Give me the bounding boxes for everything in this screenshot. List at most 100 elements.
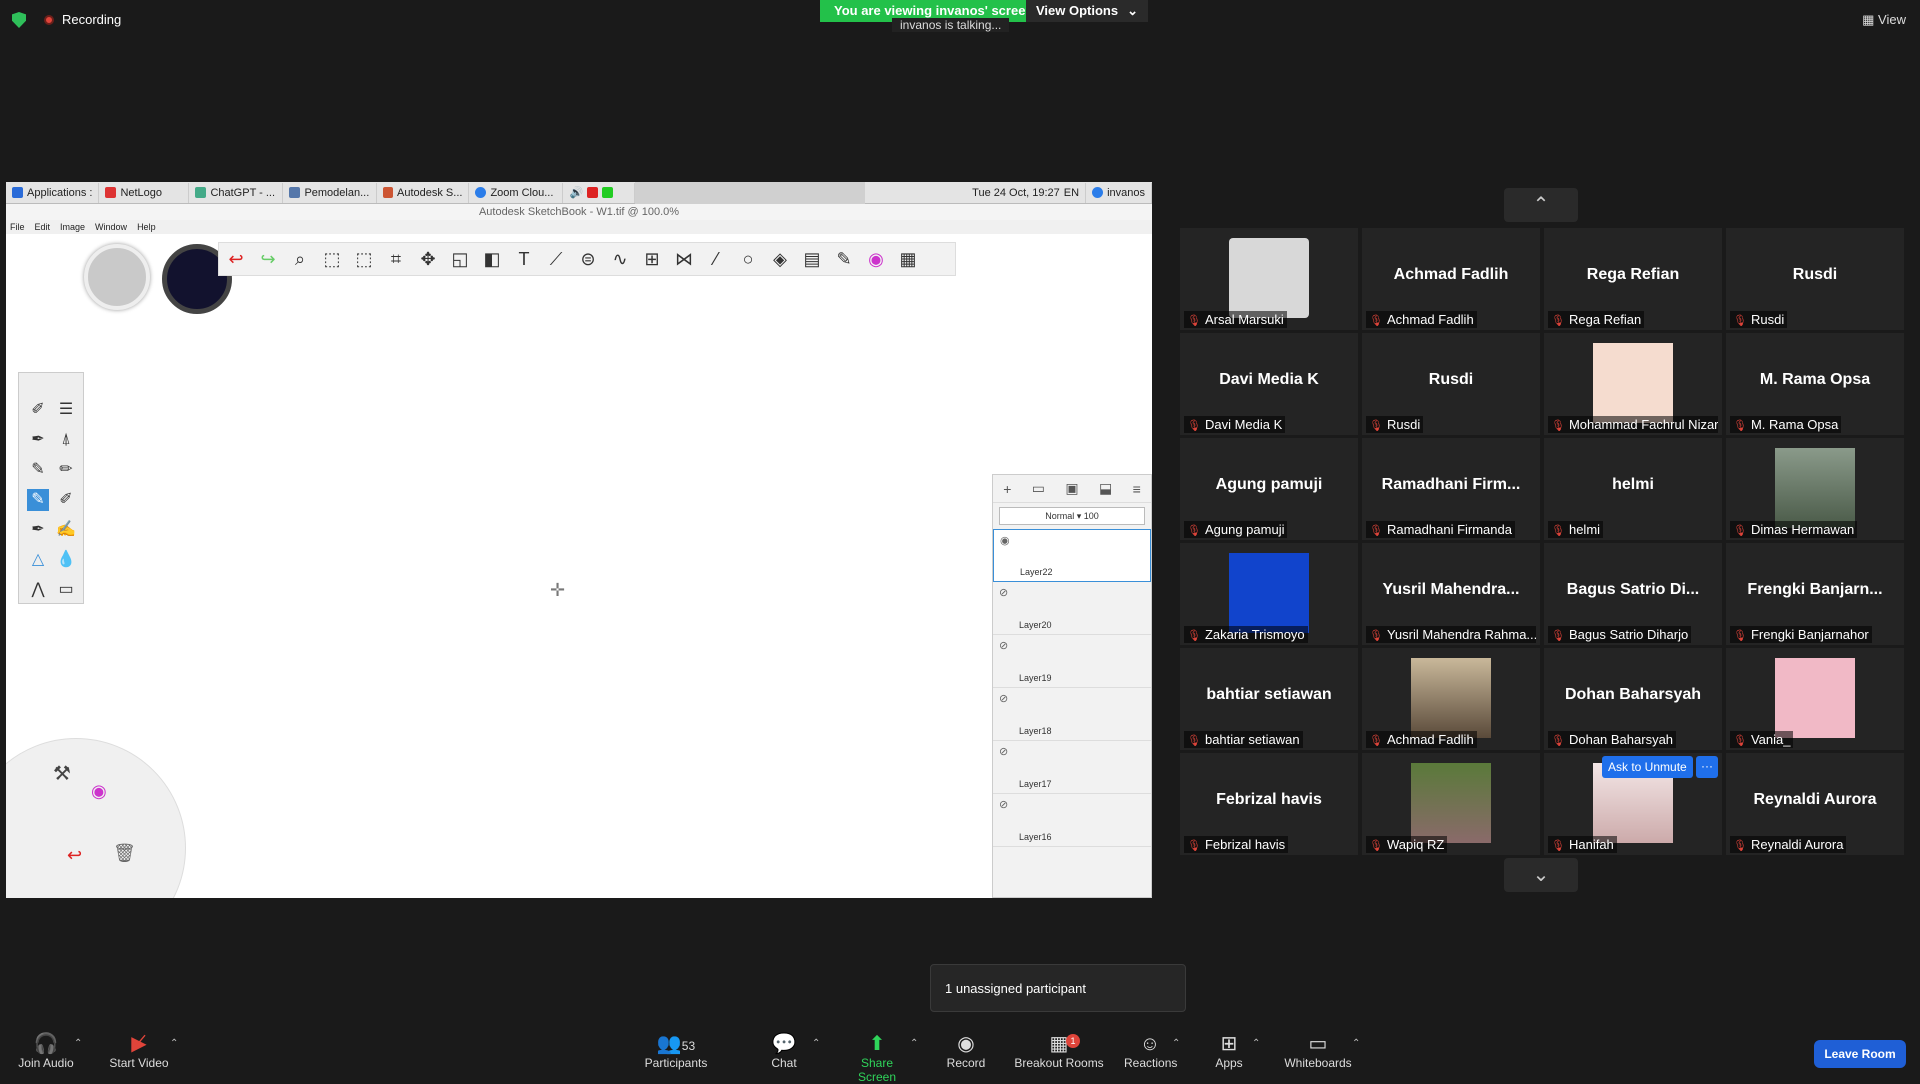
participant-tile[interactable]: Rega Refian Rega Refian — [1544, 228, 1722, 330]
participant-tile[interactable]: Bagus Satrio Di... Bagus Satrio Diharjo — [1544, 543, 1722, 645]
layer-item[interactable]: ⊘ Layer20 — [993, 582, 1151, 635]
participant-tile[interactable]: M. Rama Opsa M. Rama Opsa — [1726, 333, 1904, 435]
undo-icon[interactable]: ↩ — [223, 246, 249, 272]
caret-up-icon[interactable]: ⌃ — [1352, 1038, 1360, 1049]
participant-tile[interactable]: Wapiq RZ — [1362, 753, 1540, 855]
shapes-icon[interactable]: ◈ — [767, 246, 793, 272]
fill-icon[interactable]: ◧ — [479, 246, 505, 272]
smudge-icon[interactable]: ⋀ — [27, 579, 49, 601]
symmetry-icon[interactable]: ⋈ — [671, 246, 697, 272]
whiteboards-button[interactable]: ▭ Whiteboards — [1282, 1032, 1354, 1070]
text-icon[interactable]: T — [511, 246, 537, 272]
pen-icon[interactable]: ✒ — [27, 429, 49, 451]
participant-tile[interactable]: Achmad Fadlih — [1362, 648, 1540, 750]
palette-icon[interactable]: ▦ — [895, 246, 921, 272]
participant-tile[interactable]: Reynaldi Aurora Reynaldi Aurora — [1726, 753, 1904, 855]
caret-up-icon[interactable]: ⌃ — [1252, 1038, 1260, 1049]
participant-tile[interactable]: bahtiar setiawan bahtiar setiawan — [1180, 648, 1358, 750]
eye-hidden-icon[interactable]: ⊘ — [999, 639, 1008, 652]
airbrush-icon[interactable]: ⍋ — [55, 429, 77, 451]
caret-up-icon[interactable]: ⌃ — [74, 1038, 82, 1049]
menu-help[interactable]: Help — [137, 220, 156, 234]
curve-guide-icon[interactable]: ∿ — [607, 246, 633, 272]
eye-icon[interactable]: ◉ — [1000, 534, 1010, 547]
folder-icon[interactable]: ▭ — [1032, 480, 1045, 497]
undo-icon[interactable]: ↩ — [67, 845, 82, 866]
lagoon-wheel[interactable]: ⚒ ◉ ↩ 🗑 — [6, 738, 186, 898]
participant-tile[interactable]: Rusdi Rusdi — [1362, 333, 1540, 435]
breakout-rooms-button[interactable]: ▦ Breakout Rooms — [1014, 1032, 1104, 1070]
taskbar-applications[interactable]: Applications : — [6, 182, 100, 203]
start-video-button[interactable]: ▶̸ Start Video — [104, 1032, 174, 1070]
ruler-icon[interactable]: ⟋ — [543, 246, 569, 272]
brush-size-puck[interactable] — [84, 244, 150, 310]
zoom-icon[interactable]: ⌕ — [287, 246, 313, 272]
droplet-icon[interactable]: 💧 — [55, 549, 77, 571]
chat-button[interactable]: 💬 Chat — [766, 1032, 802, 1070]
menu-file[interactable]: File — [10, 220, 25, 234]
perspective-icon[interactable]: ⊞ — [639, 246, 665, 272]
layer-item[interactable]: ⊘ Layer18 — [993, 688, 1151, 741]
view-options-button[interactable]: View Options ⌄ — [1026, 0, 1148, 22]
participant-tile[interactable]: Yusril Mahendra... Yusril Mahendra Rahma.… — [1362, 543, 1540, 645]
menu-icon[interactable]: ≡ — [1133, 481, 1141, 497]
share-screen-button[interactable]: ⬆ Share Screen — [842, 1032, 912, 1084]
taskbar-zoom[interactable]: Zoom Clou... — [469, 182, 564, 203]
leave-room-button[interactable]: Leave Room — [1814, 1040, 1906, 1068]
select-icon[interactable]: ⬚ — [319, 246, 345, 272]
image-icon[interactable]: ▣ — [1065, 480, 1078, 497]
menu-image[interactable]: Image — [60, 220, 85, 234]
layer-item[interactable]: ⊘ Layer17 — [993, 741, 1151, 794]
layer-item[interactable]: ◉ Layer22 — [993, 529, 1151, 582]
add-layer-icon[interactable]: + — [1003, 481, 1011, 497]
grid-icon[interactable]: ☰ — [55, 399, 77, 421]
layer-item[interactable]: ⊘ Layer19 — [993, 635, 1151, 688]
gallery-down-button[interactable]: ⌄ — [1504, 858, 1578, 892]
color-wheel-icon[interactable]: ◉ — [91, 781, 107, 802]
user-menu[interactable]: invanos — [1086, 182, 1152, 203]
eye-hidden-icon[interactable]: ⊘ — [999, 586, 1008, 599]
brush-icon[interactable]: ✏ — [55, 459, 77, 481]
participant-tile[interactable]: helmi helmi — [1544, 438, 1722, 540]
ellipse-guide-icon[interactable]: ⊜ — [575, 246, 601, 272]
eye-hidden-icon[interactable]: ⊘ — [999, 692, 1008, 705]
join-audio-button[interactable]: 🎧 Join Audio — [16, 1032, 76, 1070]
participant-tile[interactable]: Dimas Hermawan — [1726, 438, 1904, 540]
apps-button[interactable]: ⊞ Apps — [1212, 1032, 1246, 1070]
participants-button[interactable]: 👥53 Participants — [640, 1032, 712, 1070]
blend-mode-select[interactable]: Normal ▾ 100 — [999, 507, 1145, 525]
taskbar-netlogo[interactable]: NetLogo — [99, 182, 190, 203]
record-button[interactable]: ◉ Record — [946, 1032, 986, 1070]
ink-icon[interactable]: ✐ — [55, 489, 77, 511]
participant-tile[interactable]: Febrizal havis Febrizal havis — [1180, 753, 1358, 855]
caret-up-icon[interactable]: ⌃ — [170, 1038, 178, 1049]
caret-up-icon[interactable]: ⌃ — [1172, 1038, 1180, 1049]
participant-tile[interactable]: Mohammad Fachrul Nizar — [1544, 333, 1722, 435]
brushes-icon[interactable]: ✎ — [831, 246, 857, 272]
line-icon[interactable]: ⁄ — [703, 246, 729, 272]
opacity-value[interactable]: 100 — [1084, 511, 1099, 521]
lasso-icon[interactable]: ⬚ — [351, 246, 377, 272]
trash-icon[interactable]: 🗑 — [113, 843, 136, 864]
participant-tile[interactable]: Vania_ — [1726, 648, 1904, 750]
volume-indicator[interactable]: 🔊 — [563, 182, 636, 203]
chisel-icon[interactable]: ✒ — [27, 519, 49, 541]
pencil-icon[interactable]: ✐ — [27, 399, 49, 421]
menu-window[interactable]: Window — [95, 220, 127, 234]
brush-tool-icon[interactable]: ⚒ — [53, 761, 71, 786]
participant-tile[interactable]: Rusdi Rusdi — [1726, 228, 1904, 330]
more-options-button[interactable]: ··· — [1696, 756, 1718, 778]
clock[interactable]: Tue 24 Oct, 19:27 EN — [966, 182, 1087, 203]
eye-hidden-icon[interactable]: ⊘ — [999, 745, 1008, 758]
participant-tile[interactable]: Dohan Baharsyah Dohan Baharsyah — [1544, 648, 1722, 750]
taskbar-pemodelan[interactable]: Pemodelan... — [283, 182, 378, 203]
ask-to-unmute-button[interactable]: Ask to Unmute — [1602, 756, 1693, 778]
taskbar-autodesk[interactable]: Autodesk S... — [377, 182, 470, 203]
participant-tile[interactable]: Achmad Fadlih Achmad Fadlih — [1362, 228, 1540, 330]
marker-icon[interactable]: ✎ — [27, 459, 49, 481]
circle-icon[interactable]: ○ — [735, 246, 761, 272]
taskbar-chatgpt[interactable]: ChatGPT - ... — [189, 182, 284, 203]
eye-hidden-icon[interactable]: ⊘ — [999, 798, 1008, 811]
caret-up-icon[interactable]: ⌃ — [812, 1038, 820, 1049]
reactions-button[interactable]: ☺ Reactions — [1124, 1032, 1177, 1070]
